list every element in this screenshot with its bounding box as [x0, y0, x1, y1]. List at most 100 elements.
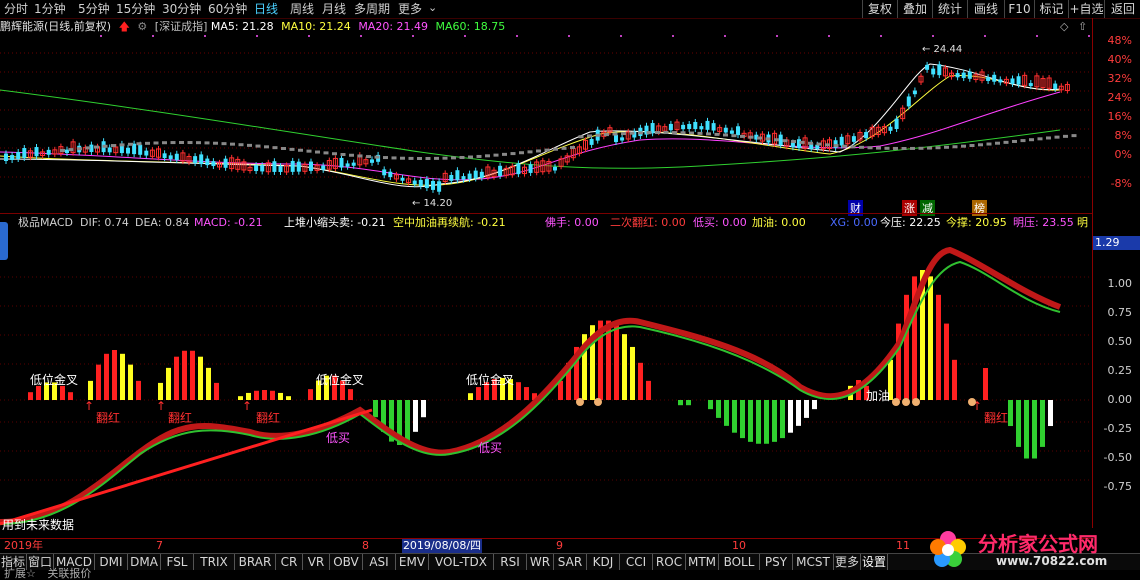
period-tab-3[interactable]: 15分钟 — [116, 0, 155, 18]
arrow-up-icon: 🡅 — [118, 20, 130, 33]
price-axis-label: 48% — [1107, 34, 1132, 47]
toolbar-button-2[interactable]: 统计 — [932, 0, 967, 18]
toolbar-button-4[interactable]: F10 — [1004, 0, 1034, 18]
indicator-tab-19[interactable]: ROC — [653, 554, 686, 570]
expand-button[interactable]: 扩展☆ — [4, 567, 36, 580]
indicator-tab-8[interactable]: CR — [276, 554, 303, 570]
period-tab-7[interactable]: 周线 — [290, 0, 314, 18]
price-axis-label: 0% — [1114, 148, 1132, 161]
collapse-icon[interactable]: ⇧ — [1078, 20, 1087, 33]
price-axis-label: 8% — [1114, 129, 1132, 142]
macd-axis-label: 0.25 — [1107, 364, 1133, 377]
arrow-up-icon: ↑ — [156, 399, 166, 413]
date-label-9: 9 — [556, 539, 563, 552]
macd-signal-label: 低买 — [478, 441, 502, 455]
indicator-tab-20[interactable]: MTM — [686, 554, 719, 570]
stock-title: 鹏辉能源(日线,前复权) — [0, 20, 112, 33]
index-name[interactable]: [深证成指] — [155, 20, 208, 33]
macd-signal-label: 翻红 — [256, 410, 280, 425]
toolbar-button-0[interactable]: 复权 — [862, 0, 897, 18]
macd-header-item: DIF: 0.74 — [80, 216, 129, 229]
macd-current-value: 1.29 — [1093, 236, 1140, 250]
macd-signal-label: 翻红 — [96, 410, 120, 425]
watermark-title: 分析家公式网 — [978, 532, 1098, 556]
period-tab-9[interactable]: 多周期 — [354, 0, 390, 18]
linked-quote-button[interactable]: 关联报价 — [47, 567, 91, 580]
indicator-tab-7[interactable]: BRAR — [235, 554, 276, 570]
period-tab-6[interactable]: 日线 — [254, 0, 278, 18]
indicator-tab-3[interactable]: DMI — [95, 554, 128, 570]
macd-signal-label: 低位金叉 — [30, 372, 78, 387]
price-axis-label: 24% — [1107, 91, 1132, 104]
indicator-tab-21[interactable]: BOLL — [719, 554, 760, 570]
indicator-tab-16[interactable]: SAR — [554, 554, 587, 570]
indicator-tab-11[interactable]: ASI — [363, 554, 396, 570]
date-label-8: 8 — [362, 539, 369, 552]
macd-header-item: 今压: 22.25 — [880, 216, 941, 229]
indicator-tab-17[interactable]: KDJ — [587, 554, 620, 570]
ma20-value: MA20: 21.49 — [358, 20, 429, 33]
indicator-tab-10[interactable]: OBV — [330, 554, 363, 570]
arrow-up-icon: ↑ — [84, 399, 94, 413]
indicator-tab-15[interactable]: WR — [527, 554, 554, 570]
macd-header-item: 加油: 0.00 — [752, 216, 806, 229]
macd-header-item: 二次翻红: 0.00 — [610, 216, 686, 229]
indicator-tab-4[interactable]: DMA — [128, 554, 161, 570]
indicator-tab-23[interactable]: MCST — [793, 554, 834, 570]
cursor-date: 2019/08/08/四 — [402, 539, 482, 553]
period-tab-10[interactable]: 更多 — [398, 0, 422, 18]
side-panel-toggle[interactable] — [0, 222, 8, 260]
ma5-value: MA5: 21.28 — [210, 20, 274, 33]
toolbar-button-6[interactable]: +自选 — [1068, 0, 1104, 18]
indicator-tab-6[interactable]: TRIX — [194, 554, 235, 570]
price-axis-label: -8% — [1110, 177, 1132, 190]
period-tab-5[interactable]: 60分钟 — [208, 0, 247, 18]
macd-axis-label: -0.50 — [1103, 451, 1132, 464]
indicator-tab-9[interactable]: VR — [303, 554, 330, 570]
toolbar-button-7[interactable]: 返回 — [1104, 0, 1140, 18]
macd-signal-label: 用到未来数据 — [2, 517, 74, 532]
date-label-year: 2019年 — [4, 539, 43, 552]
macd-header-item: DEA: 0.84 — [135, 216, 190, 229]
macd-header-item: 佛手: 0.00 — [545, 216, 599, 229]
indicator-tab-22[interactable]: PSY — [760, 554, 793, 570]
indicator-tab-25[interactable]: 设置 — [861, 554, 888, 570]
macd-header-item: 空中加油再续航: -0.21 — [393, 216, 506, 229]
macd-axis-label: -0.75 — [1103, 480, 1132, 493]
chevron-down-icon[interactable]: ⌄ — [428, 0, 437, 16]
macd-header-item: MACD: -0.21 — [194, 216, 263, 229]
price-axis-label: 40% — [1107, 53, 1132, 66]
indicator-tab-14[interactable]: RSI — [494, 554, 527, 570]
period-tab-1[interactable]: 1分钟 — [34, 0, 66, 18]
date-label-11: 11 — [896, 539, 910, 552]
indicator-tab-24[interactable]: 更多 — [834, 554, 861, 570]
flower-logo-icon — [930, 531, 966, 567]
indicator-tab-12[interactable]: EMV — [396, 554, 429, 570]
indicator-tab-18[interactable]: CCI — [620, 554, 653, 570]
macd-axis-label: 0.00 — [1107, 393, 1133, 406]
period-tab-8[interactable]: 月线 — [322, 0, 346, 18]
toolbar-button-3[interactable]: 画线 — [967, 0, 1004, 18]
indicator-tab-5[interactable]: FSL — [161, 554, 194, 570]
indicator-tab-13[interactable]: VOL-TDX — [429, 554, 494, 570]
macd-signal-label: 低买 — [326, 431, 350, 445]
diamond-icon[interactable]: ◇ — [1060, 20, 1068, 33]
settings-icon[interactable]: ⚙ — [137, 20, 147, 33]
macd-axis-label: 0.75 — [1107, 306, 1133, 319]
period-tab-0[interactable]: 分时 — [4, 0, 28, 18]
period-tab-4[interactable]: 30分钟 — [162, 0, 201, 18]
price-axis-label: 32% — [1107, 72, 1132, 85]
macd-header-item: XG: 0.00 — [830, 216, 878, 229]
price-axis-label: 16% — [1107, 110, 1132, 123]
period-tab-2[interactable]: 5分钟 — [78, 0, 110, 18]
toolbar-button-1[interactable]: 叠加 — [897, 0, 932, 18]
ma10-value: MA10: 21.24 — [281, 20, 351, 33]
toolbar-button-5[interactable]: 标记 — [1034, 0, 1068, 18]
macd-axis-label: -0.25 — [1103, 422, 1132, 435]
macd-signal-label: 翻红 — [168, 410, 192, 425]
macd-header-item: 低买: 0.00 — [693, 216, 747, 229]
macd-signal-label: 低位金叉 — [316, 372, 364, 387]
price-low-annotation: ← 14.20 — [412, 198, 452, 209]
macd-chart: 低位金叉 低位金叉 低位金叉翻红 翻红 翻红 翻红低买低买加油用到未来数据↑ ↑ ↑ ↑ — [0, 246, 1092, 532]
price-high-annotation: ← 24.44 — [922, 44, 962, 55]
